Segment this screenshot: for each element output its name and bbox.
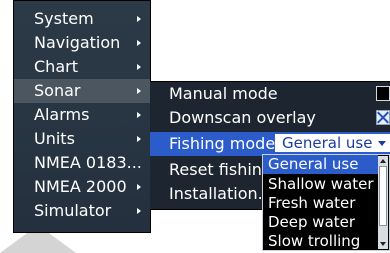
dropdown-option-label: Deep water — [268, 213, 356, 231]
chevron-right-icon — [137, 88, 141, 94]
fishing-mode-row[interactable]: Fishing mode General use — [150, 132, 390, 156]
installation-label: Installation... — [169, 184, 273, 203]
menu-item-label: Units — [34, 129, 75, 148]
chevron-right-icon — [137, 64, 141, 70]
chevron-right-icon — [137, 136, 141, 142]
manual-mode-checkbox[interactable] — [376, 86, 390, 101]
scroll-down-icon[interactable] — [380, 242, 386, 246]
dropdown-option-slow-trolling[interactable]: Slow trolling — [263, 232, 378, 251]
fishing-mode-value: General use — [282, 134, 373, 152]
menu-item-alarms[interactable]: Alarms — [14, 103, 150, 127]
downscan-overlay-row[interactable]: Downscan overlay — [150, 106, 390, 130]
menu-item-label: NMEA 0183... — [34, 153, 142, 172]
menu-item-label: Navigation — [34, 33, 121, 52]
chevron-right-icon — [137, 16, 141, 22]
reset-fishing-label: Reset fishing — [169, 160, 273, 179]
menu-item-units[interactable]: Units — [14, 127, 150, 151]
fishing-mode-dropdown-list: General use Shallow water Fresh water De… — [262, 154, 390, 251]
manual-mode-label: Manual mode — [169, 84, 278, 103]
menu-item-nmea-2000[interactable]: NMEA 2000 — [14, 175, 150, 199]
dropdown-option-label: Slow trolling — [268, 232, 361, 250]
menu-item-label: NMEA 2000 — [34, 177, 127, 196]
menu-item-nmea-0183[interactable]: NMEA 0183... — [14, 151, 150, 175]
menu-item-label: System — [34, 9, 94, 28]
scroll-up-icon[interactable] — [380, 159, 386, 163]
downscan-overlay-label: Downscan overlay — [169, 108, 316, 127]
chevron-down-icon — [378, 141, 386, 146]
fishing-mode-select[interactable]: General use — [275, 134, 390, 152]
chevron-right-icon — [137, 112, 141, 118]
dropdown-option-fresh-water[interactable]: Fresh water — [263, 194, 378, 213]
fishing-mode-label: Fishing mode — [169, 134, 276, 153]
menu-item-sonar[interactable]: Sonar — [14, 79, 150, 103]
menu-item-label: Alarms — [34, 105, 90, 124]
scrollbar-thumb[interactable] — [379, 166, 387, 226]
menu-item-navigation[interactable]: Navigation — [14, 31, 150, 55]
menu-item-label: Sonar — [34, 81, 81, 100]
menu-item-label: Chart — [34, 57, 78, 76]
menu-item-system[interactable]: System — [14, 7, 150, 31]
chevron-right-icon — [137, 208, 141, 214]
manual-mode-row[interactable]: Manual mode — [150, 82, 390, 106]
chevron-right-icon — [137, 40, 141, 46]
dropdown-option-general-use[interactable]: General use — [263, 155, 378, 174]
settings-main-menu: System Navigation Chart Sonar Alarms Uni… — [13, 0, 151, 233]
dropdown-option-label: Fresh water — [268, 194, 356, 212]
menu-item-simulator[interactable]: Simulator — [14, 199, 150, 223]
dropdown-option-label: Shallow water — [268, 175, 374, 193]
menu-item-chart[interactable]: Chart — [14, 55, 150, 79]
chevron-right-icon — [137, 184, 141, 190]
dropdown-option-shallow-water[interactable]: Shallow water — [263, 175, 378, 194]
menu-item-label: Simulator — [34, 201, 112, 220]
dropdown-scrollbar[interactable] — [378, 156, 388, 249]
dropdown-option-label: General use — [268, 155, 359, 173]
dropdown-option-deep-water[interactable]: Deep water — [263, 213, 378, 232]
downscan-overlay-checkbox[interactable] — [376, 110, 390, 125]
